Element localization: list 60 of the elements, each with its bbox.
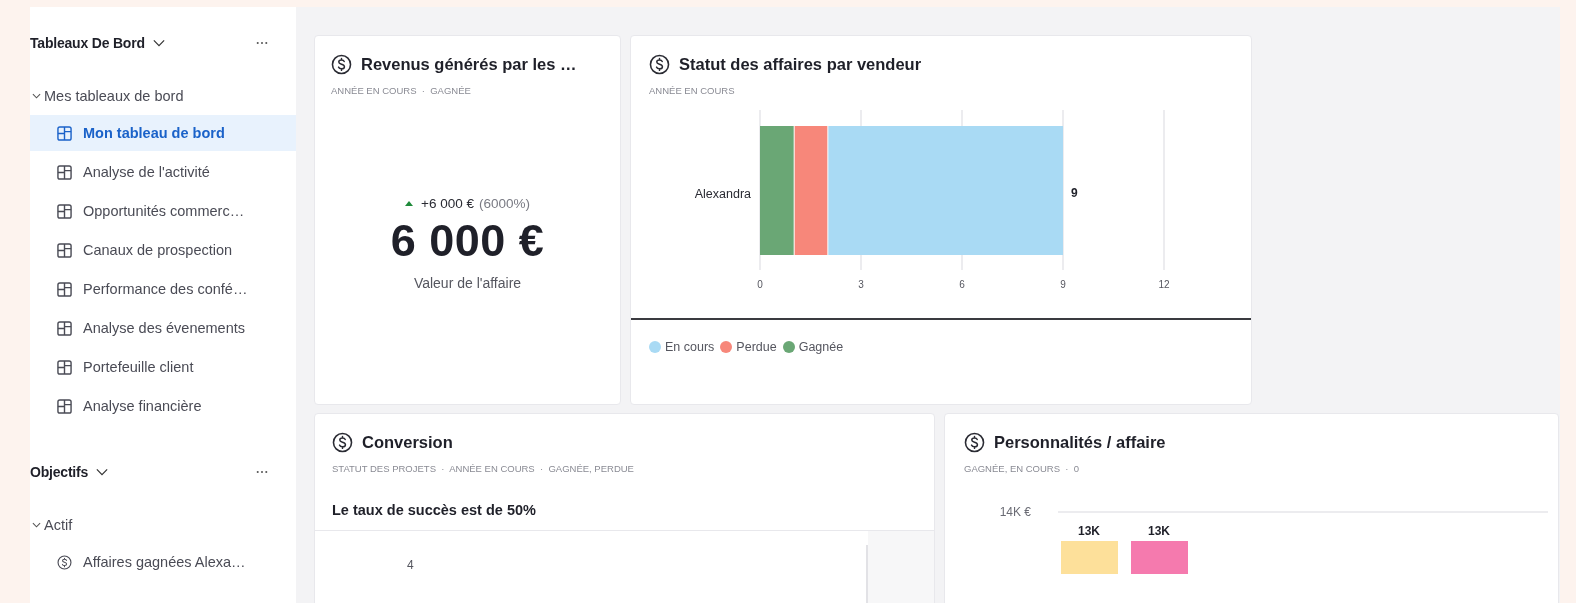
card-filters: STATUT DES PROJETS · ANNÉE EN COURS · GAGNÉE, PERDUE (332, 463, 635, 474)
sidebar-item[interactable]: Opportunités commerc… (30, 193, 296, 229)
dashboard-icon (57, 203, 72, 219)
card-title: Personnalités / affaire (994, 433, 1166, 452)
sidebar-item[interactable]: Analyse des évenements (30, 310, 296, 346)
value-label: 13K (1148, 524, 1170, 538)
dashboard-icon (57, 398, 72, 414)
axis-tick: 14K € (999, 505, 1031, 519)
dollar-icon (649, 54, 670, 75)
card-headline: Le taux de succès est de 50% (332, 502, 537, 520)
category-label: Alexandra (694, 187, 751, 201)
group-label[interactable]: Actif (44, 517, 73, 533)
legend-item: Perdue (720, 340, 777, 354)
axis-tick: 9 (1060, 279, 1066, 290)
dollar-icon (332, 432, 353, 453)
sidebar-item[interactable]: Canaux de prospection (30, 232, 296, 268)
chevron-icon[interactable] (32, 93, 41, 99)
metric-caption: Valeur de l'affaire (413, 275, 522, 291)
sidebar-item[interactable]: Performance des confé… (30, 271, 296, 307)
dollar-icon (331, 54, 352, 75)
sidebar-item[interactable]: Mon tableau de bord (30, 115, 296, 151)
card-title: Revenus générés par les … (361, 55, 577, 74)
dashboard-icon (57, 242, 72, 258)
section-title[interactable]: Objectifs (30, 464, 89, 480)
section-title[interactable]: Tableaux De Bord (30, 35, 145, 51)
sidebar-item[interactable]: Analyse financière (30, 388, 296, 424)
sidebar-item[interactable]: Portefeuille client (30, 349, 296, 385)
dashboard-icon (57, 281, 72, 297)
chevron-icon[interactable] (152, 39, 165, 47)
dashboard-icon (57, 320, 72, 336)
chevron-icon[interactable] (32, 522, 41, 528)
metric-value: 6 000 € (390, 215, 545, 267)
more-icon[interactable] (256, 41, 268, 45)
value-label: 9 (1071, 186, 1078, 200)
card-filters: ANNÉE EN COURS (649, 85, 736, 96)
legend-item: Gagnée (782, 340, 844, 354)
change-value: +6 000 € (421, 196, 474, 211)
trend-up-icon (405, 201, 413, 206)
dollar-icon (964, 432, 985, 453)
axis-tick: 0 (757, 279, 763, 290)
value-label: 13K (1078, 524, 1100, 538)
card-filters: GAGNÉE, EN COURS · 0 (964, 463, 1081, 474)
dollar-icon (57, 554, 72, 570)
legend-item: En cours (649, 340, 715, 354)
group-label[interactable]: Mes tableaux de bord (44, 88, 184, 104)
axis-tick: 12 (1158, 279, 1170, 290)
axis-tick: 3 (858, 279, 864, 290)
more-icon[interactable] (256, 470, 268, 474)
chevron-icon[interactable] (96, 468, 109, 476)
sidebar-item[interactable]: Analyse de l'activité (30, 154, 296, 190)
card-title: Conversion (362, 433, 453, 452)
change-percent: (6000%) (478, 196, 530, 211)
card-filters: ANNÉE EN COURS · GAGNÉE (331, 85, 472, 96)
axis-tick: 4 (407, 558, 414, 574)
card-title: Statut des affaires par vendeur (679, 55, 922, 74)
axis-tick: 6 (959, 279, 965, 290)
sidebar-item[interactable]: Affaires gagnées Alexa… (30, 544, 296, 580)
dashboard-icon (57, 164, 72, 180)
dashboard-icon (57, 125, 72, 141)
dashboard-icon (57, 359, 72, 375)
